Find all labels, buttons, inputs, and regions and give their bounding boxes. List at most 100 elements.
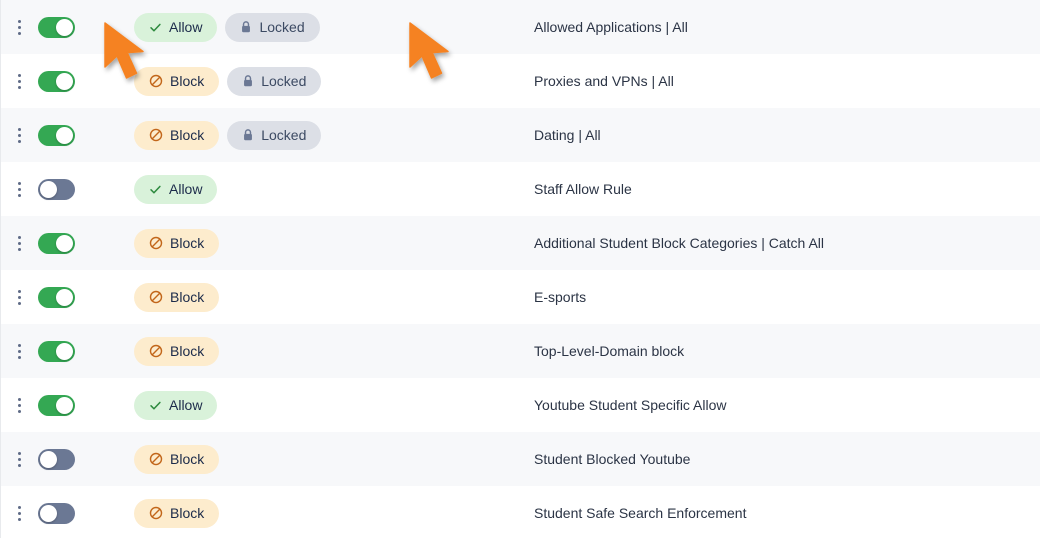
locked-badge[interactable]: Locked bbox=[227, 121, 321, 150]
lock-icon bbox=[240, 20, 252, 34]
vertical-dots-icon[interactable] bbox=[9, 501, 31, 525]
action-badge-label: Block bbox=[170, 74, 204, 88]
action-badge-block[interactable]: Block bbox=[134, 499, 219, 528]
action-badge-allow[interactable]: Allow bbox=[134, 175, 217, 204]
rule-enable-cell bbox=[38, 287, 93, 308]
toggle-knob bbox=[56, 343, 73, 360]
vertical-dots-icon[interactable] bbox=[9, 447, 31, 471]
rule-enable-cell bbox=[38, 179, 93, 200]
rule-enable-toggle[interactable] bbox=[38, 179, 75, 200]
table-row[interactable]: Block Student Safe Search Enforcement bbox=[1, 486, 1040, 540]
table-row[interactable]: Block Locked Dating | All bbox=[1, 108, 1040, 162]
no-entry-icon bbox=[149, 128, 163, 142]
table-row[interactable]: BlockAdditional Student Block Categories… bbox=[1, 216, 1040, 270]
toggle-knob bbox=[56, 19, 73, 36]
table-row[interactable]: Allow Staff Allow Rule bbox=[1, 162, 1040, 216]
no-entry-icon bbox=[149, 74, 163, 88]
vertical-dots-icon[interactable] bbox=[9, 285, 31, 309]
action-badge-label: Allow bbox=[169, 20, 202, 34]
action-badge-block[interactable]: Block bbox=[134, 337, 219, 366]
rule-enable-toggle[interactable] bbox=[38, 287, 75, 308]
rule-enable-cell bbox=[38, 341, 93, 362]
rule-action-cell: Block bbox=[93, 229, 533, 258]
no-entry-icon bbox=[149, 290, 163, 304]
row-menu-cell bbox=[1, 15, 38, 39]
no-entry-icon bbox=[149, 236, 163, 250]
row-menu-cell bbox=[1, 231, 38, 255]
rule-enable-toggle[interactable] bbox=[38, 233, 75, 254]
table-row[interactable]: Allow Locked Allowed Applications | All bbox=[1, 0, 1040, 54]
action-badge-block[interactable]: Block bbox=[134, 67, 219, 96]
vertical-dots-icon[interactable] bbox=[9, 15, 31, 39]
toggle-knob bbox=[56, 397, 73, 414]
toggle-knob bbox=[56, 289, 73, 306]
rule-action-cell: Allow bbox=[93, 175, 533, 204]
action-badge-label: Block bbox=[170, 452, 204, 466]
vertical-dots-icon[interactable] bbox=[9, 231, 31, 255]
vertical-dots-icon[interactable] bbox=[9, 69, 31, 93]
rule-enable-toggle[interactable] bbox=[38, 17, 75, 38]
rule-name: Staff Allow Rule bbox=[533, 181, 1040, 197]
locked-badge[interactable]: Locked bbox=[225, 13, 319, 42]
table-row[interactable]: Allow Youtube Student Specific Allow bbox=[1, 378, 1040, 432]
no-entry-icon bbox=[149, 344, 163, 358]
action-badge-block[interactable]: Block bbox=[134, 283, 219, 312]
table-row[interactable]: Block Student Blocked Youtube bbox=[1, 432, 1040, 486]
toggle-knob bbox=[40, 451, 57, 468]
no-entry-icon bbox=[149, 452, 163, 466]
rule-action-cell: Allow Locked bbox=[93, 13, 533, 42]
rule-enable-toggle[interactable] bbox=[38, 503, 75, 524]
rule-name: Top-Level-Domain block bbox=[533, 343, 1040, 359]
toggle-knob bbox=[56, 127, 73, 144]
locked-badge-label: Locked bbox=[261, 128, 306, 142]
lock-icon bbox=[242, 128, 254, 142]
rule-enable-cell bbox=[38, 395, 93, 416]
row-menu-cell bbox=[1, 285, 38, 309]
row-menu-cell bbox=[1, 177, 38, 201]
table-row[interactable]: BlockE-sports bbox=[1, 270, 1040, 324]
action-badge-block[interactable]: Block bbox=[134, 445, 219, 474]
rule-enable-toggle[interactable] bbox=[38, 125, 75, 146]
rule-enable-toggle[interactable] bbox=[38, 71, 75, 92]
toggle-knob bbox=[56, 235, 73, 252]
vertical-dots-icon[interactable] bbox=[9, 123, 31, 147]
action-badge-block[interactable]: Block bbox=[134, 121, 219, 150]
action-badge-block[interactable]: Block bbox=[134, 229, 219, 258]
action-badge-allow[interactable]: Allow bbox=[134, 13, 217, 42]
check-icon bbox=[149, 399, 162, 412]
rule-enable-cell bbox=[38, 233, 93, 254]
rule-enable-toggle[interactable] bbox=[38, 449, 75, 470]
toggle-knob bbox=[56, 73, 73, 90]
row-menu-cell bbox=[1, 339, 38, 363]
rule-enable-toggle[interactable] bbox=[38, 341, 75, 362]
rule-name: Student Blocked Youtube bbox=[533, 451, 1040, 467]
row-menu-cell bbox=[1, 69, 38, 93]
rules-table: Allow Locked Allowed Applications | All Blo… bbox=[0, 0, 1040, 538]
rule-name: Student Safe Search Enforcement bbox=[533, 505, 1040, 521]
check-icon bbox=[149, 21, 162, 34]
rule-enable-toggle[interactable] bbox=[38, 395, 75, 416]
action-badge-label: Block bbox=[170, 236, 204, 250]
action-badge-label: Block bbox=[170, 344, 204, 358]
table-row[interactable]: Block Top-Level-Domain block bbox=[1, 324, 1040, 378]
vertical-dots-icon[interactable] bbox=[9, 177, 31, 201]
locked-badge-label: Locked bbox=[259, 20, 304, 34]
no-entry-icon bbox=[149, 506, 163, 520]
vertical-dots-icon[interactable] bbox=[9, 339, 31, 363]
rule-action-cell: Block Locked bbox=[93, 67, 533, 96]
rule-name: Allowed Applications | All bbox=[533, 19, 1040, 35]
locked-badge[interactable]: Locked bbox=[227, 67, 321, 96]
check-icon bbox=[149, 183, 162, 196]
row-menu-cell bbox=[1, 447, 38, 471]
table-row[interactable]: BlockLockedProxies and VPNs | All bbox=[1, 54, 1040, 108]
rule-action-cell: Allow bbox=[93, 391, 533, 420]
action-badge-label: Allow bbox=[169, 398, 202, 412]
vertical-dots-icon[interactable] bbox=[9, 393, 31, 417]
row-menu-cell bbox=[1, 123, 38, 147]
rule-action-cell: Block bbox=[93, 445, 533, 474]
rule-name: Youtube Student Specific Allow bbox=[533, 397, 1040, 413]
action-badge-allow[interactable]: Allow bbox=[134, 391, 217, 420]
locked-badge-label: Locked bbox=[261, 74, 306, 88]
rule-name: Dating | All bbox=[533, 127, 1040, 143]
rule-action-cell: Block Locked bbox=[93, 121, 533, 150]
